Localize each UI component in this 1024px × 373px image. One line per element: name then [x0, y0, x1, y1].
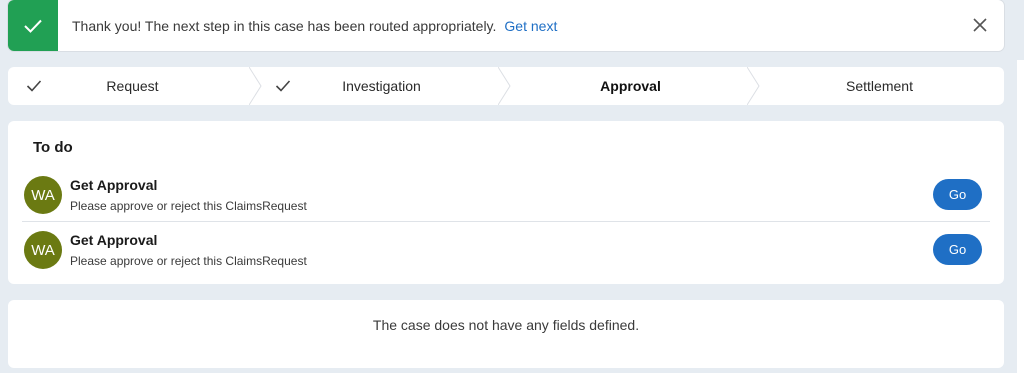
todo-item-title: Get Approval	[70, 232, 158, 248]
check-icon	[26, 80, 42, 92]
todo-title: To do	[33, 139, 73, 156]
todo-item-title: Get Approval	[70, 177, 158, 193]
step-label: Settlement	[846, 78, 913, 94]
step-investigation[interactable]: Investigation	[257, 67, 511, 105]
step-label: Approval	[600, 78, 661, 94]
step-divider	[249, 67, 262, 105]
step-divider	[498, 67, 511, 105]
check-icon	[275, 80, 291, 92]
step-divider	[747, 67, 760, 105]
go-button[interactable]: Go	[933, 234, 982, 265]
todo-item: WA Get Approval Please approve or reject…	[22, 171, 990, 222]
side-panel-edge	[1017, 60, 1024, 373]
get-next-link[interactable]: Get next	[504, 18, 557, 34]
case-page: Thank you! The next step in this case ha…	[0, 0, 1024, 373]
banner-message: Thank you! The next step in this case ha…	[72, 17, 497, 34]
step-settlement[interactable]: Settlement	[755, 67, 1004, 105]
no-fields-message: The case does not have any fields define…	[372, 317, 640, 333]
step-label: Investigation	[342, 78, 421, 94]
step-label: Request	[106, 78, 159, 94]
success-banner: Thank you! The next step in this case ha…	[8, 0, 1004, 51]
todo-card: To do WA Get Approval Please approve or …	[8, 121, 1004, 284]
todo-item-description: Please approve or reject this ClaimsRequ…	[70, 254, 307, 268]
avatar: WA	[24, 231, 62, 269]
success-check-icon	[8, 0, 58, 51]
step-request[interactable]: Request	[8, 67, 262, 105]
go-button[interactable]: Go	[933, 179, 982, 210]
case-fields-card: The case does not have any fields define…	[8, 300, 1004, 368]
todo-item-description: Please approve or reject this ClaimsRequ…	[70, 199, 307, 213]
step-approval[interactable]: Approval	[506, 67, 760, 105]
avatar: WA	[24, 176, 62, 214]
close-icon[interactable]	[970, 15, 990, 35]
todo-item: WA Get Approval Please approve or reject…	[22, 226, 990, 274]
stage-stepper: Request Investigation Approval Settlemen…	[8, 67, 1004, 105]
